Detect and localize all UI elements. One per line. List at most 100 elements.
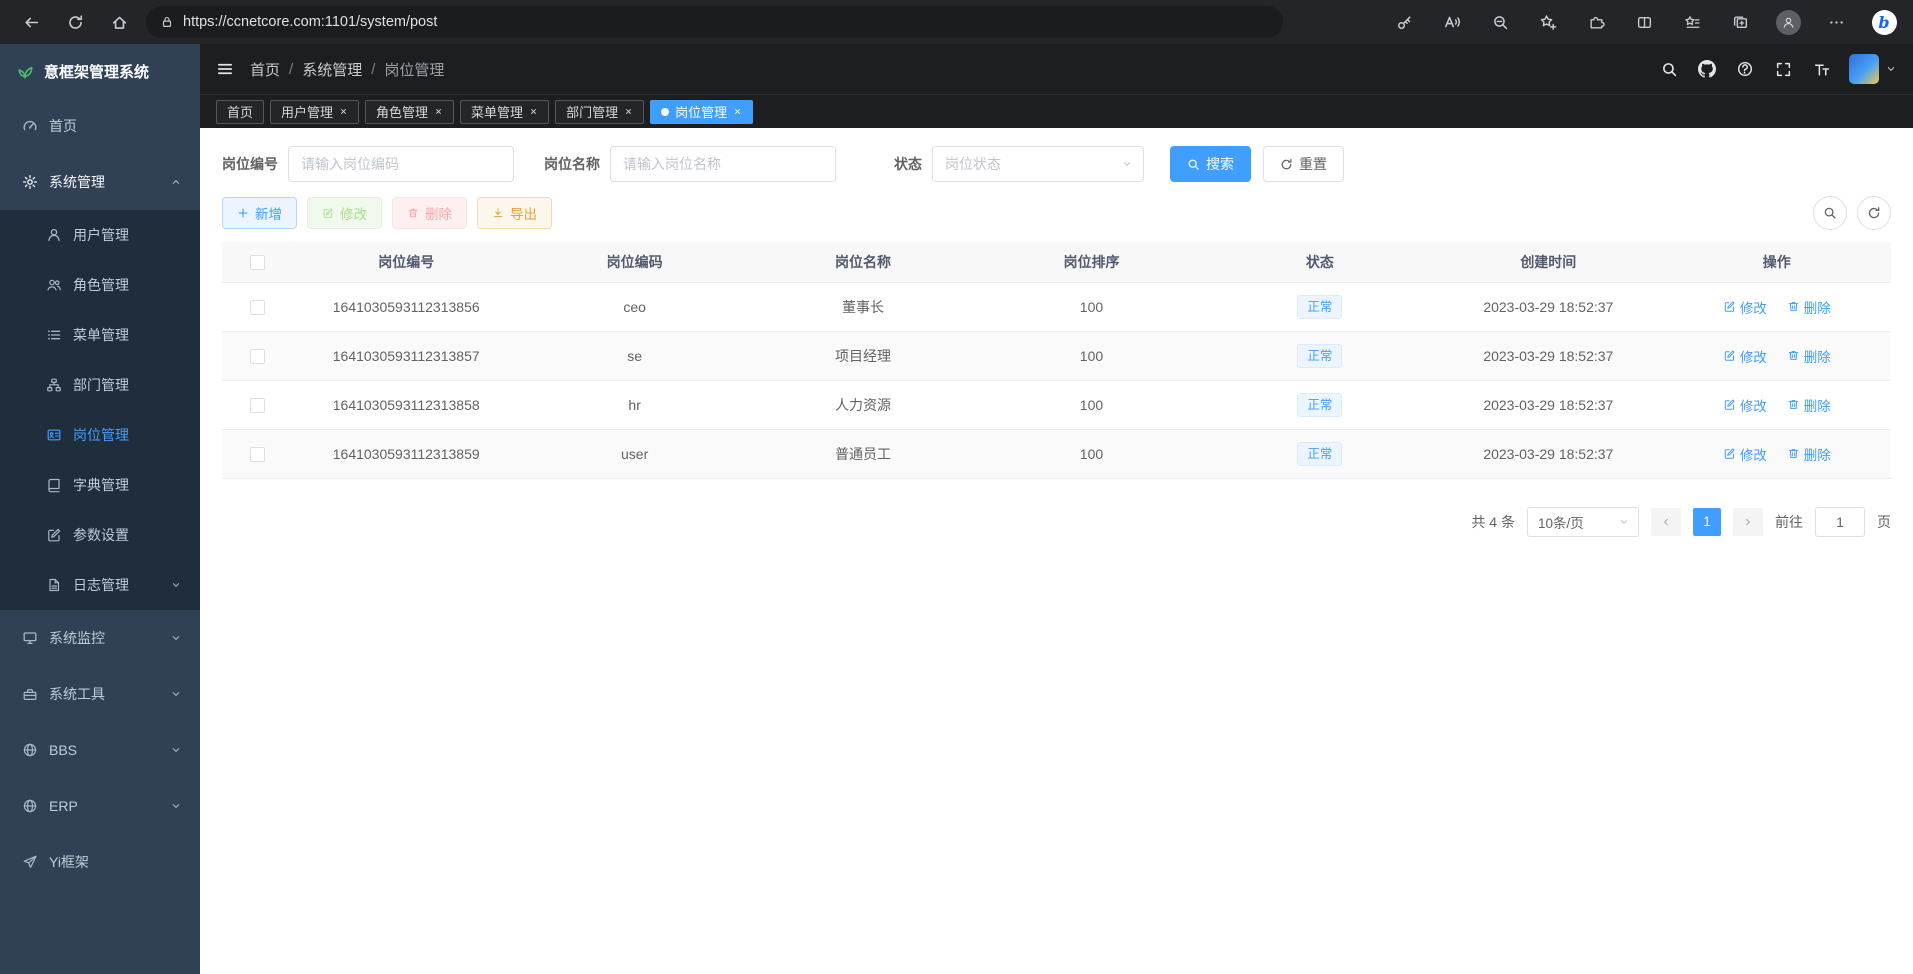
sidebar-toggle-button[interactable] [216,60,234,78]
sidebar-item[interactable]: Yi框架 [0,834,200,890]
row-checkbox[interactable] [250,349,265,364]
menu-item-label: 系统管理 [49,172,159,192]
help-button[interactable] [1727,51,1763,87]
post-name-input[interactable] [610,146,836,182]
sidebar-item[interactable]: 日志管理 [0,560,200,610]
row-edit-button[interactable]: 修改 [1723,395,1767,415]
breadcrumb-item[interactable]: 首页 [250,59,280,80]
tab[interactable]: 首页 [216,100,264,124]
edit-button[interactable]: 修改 [307,197,382,229]
select-all-checkbox[interactable] [250,255,265,270]
site-info-icon[interactable] [160,15,174,29]
collections-button[interactable] [1725,7,1755,37]
sidebar-item[interactable]: ERP [0,778,200,834]
row-delete-button[interactable]: 删除 [1787,395,1831,415]
menu-item-icon [46,377,62,393]
tab[interactable]: 岗位管理 [650,100,753,124]
post-table: 岗位编号岗位编码岗位名称岗位排序状态创建时间操作 164103059311231… [222,242,1891,479]
row-edit-button[interactable]: 修改 [1723,444,1767,464]
add-favorite-button[interactable] [1533,7,1563,37]
home-button[interactable] [102,5,136,39]
breadcrumb-item[interactable]: 岗位管理 [384,59,444,80]
goto-page-input[interactable] [1815,507,1865,537]
back-button[interactable] [14,5,48,39]
sidebar-item[interactable]: 用户管理 [0,210,200,260]
menu-item-label: 参数设置 [73,525,182,545]
read-aloud-button[interactable] [1437,7,1467,37]
page-size-select[interactable]: 10条/页 [1527,507,1639,537]
header-search-button[interactable] [1651,51,1687,87]
menu-item-icon [46,227,62,243]
page-size-value: 10条/页 [1538,512,1584,532]
browser-menu-button[interactable] [1821,7,1851,37]
cell-actions: 修改 删除 [1663,331,1891,380]
browser-profile-button[interactable] [1773,7,1803,37]
delete-button[interactable]: 删除 [392,197,467,229]
search-button[interactable]: 搜索 [1170,146,1251,182]
font-size-button[interactable] [1803,51,1839,87]
post-code-input[interactable] [288,146,514,182]
sidebar-item[interactable]: 岗位管理 [0,410,200,460]
download-icon [492,207,504,219]
cell-post-name: 人力资源 [749,380,977,429]
sidebar-item[interactable]: 系统监控 [0,610,200,666]
row-delete-button[interactable]: 删除 [1787,346,1831,366]
table-row: 1641030593112313858 hr 人力资源 100 正常 2023-… [222,380,1891,429]
sidebar-item[interactable]: 角色管理 [0,260,200,310]
sidebar-item[interactable]: 系统管理 [0,154,200,210]
sidebar-item[interactable]: BBS [0,722,200,778]
tab-close-icon[interactable] [339,107,348,116]
tab-close-icon[interactable] [529,107,538,116]
extensions-button[interactable] [1581,7,1611,37]
address-bar[interactable]: https://ccnetcore.com:1101/system/post [146,6,1283,38]
next-page-button[interactable] [1733,508,1763,536]
add-button[interactable]: 新增 [222,197,297,229]
github-button[interactable] [1689,51,1725,87]
breadcrumb-item[interactable]: 系统管理 [302,59,362,80]
password-key-button[interactable] [1389,7,1419,37]
tab-close-icon[interactable] [624,107,633,116]
refresh-table-button[interactable] [1857,196,1891,230]
copilot-button[interactable]: b [1869,7,1899,37]
row-checkbox[interactable] [250,300,265,315]
row-checkbox[interactable] [250,447,265,462]
export-button[interactable]: 导出 [477,197,552,229]
sidebar-item[interactable]: 字典管理 [0,460,200,510]
status-select[interactable]: 岗位状态 [932,146,1144,182]
sidebar-item[interactable]: 首页 [0,98,200,154]
tab[interactable]: 部门管理 [555,100,644,124]
tab[interactable]: 菜单管理 [460,100,549,124]
toggle-search-button[interactable] [1813,196,1847,230]
tab-close-icon[interactable] [434,107,443,116]
row-edit-button[interactable]: 修改 [1723,297,1767,317]
row-edit-button[interactable]: 修改 [1723,346,1767,366]
tab-close-icon[interactable] [733,107,742,116]
menu-item-label: 角色管理 [73,275,182,295]
favorites-button[interactable] [1677,7,1707,37]
split-screen-button[interactable] [1629,7,1659,37]
tab[interactable]: 角色管理 [365,100,454,124]
sidebar-item[interactable]: 系统工具 [0,666,200,722]
breadcrumb-separator: / [371,61,375,78]
post-code-label: 岗位编号 [222,154,278,174]
reset-button[interactable]: 重置 [1263,146,1344,182]
row-delete-button[interactable]: 删除 [1787,297,1831,317]
row-delete-button[interactable]: 删除 [1787,444,1831,464]
status-badge: 正常 [1297,393,1342,417]
user-menu-caret-icon[interactable] [1885,63,1897,75]
reload-button[interactable] [58,5,92,39]
chevron-down-icon [1618,516,1630,528]
fullscreen-button[interactable] [1765,51,1801,87]
sidebar-item[interactable]: 参数设置 [0,510,200,560]
sidebar-item[interactable]: 菜单管理 [0,310,200,360]
page-number-button[interactable]: 1 [1693,508,1721,536]
menu-item-label: 部门管理 [73,375,182,395]
user-avatar[interactable] [1849,54,1879,84]
row-checkbox[interactable] [250,398,265,413]
prev-page-button[interactable] [1651,508,1681,536]
sidebar-item[interactable]: 部门管理 [0,360,200,410]
zoom-button[interactable] [1485,7,1515,37]
tab[interactable]: 用户管理 [270,100,359,124]
sidebar: 意框架管理系统 首页 系统管理 用户管理 [0,44,200,974]
menu-item-icon [22,686,38,702]
